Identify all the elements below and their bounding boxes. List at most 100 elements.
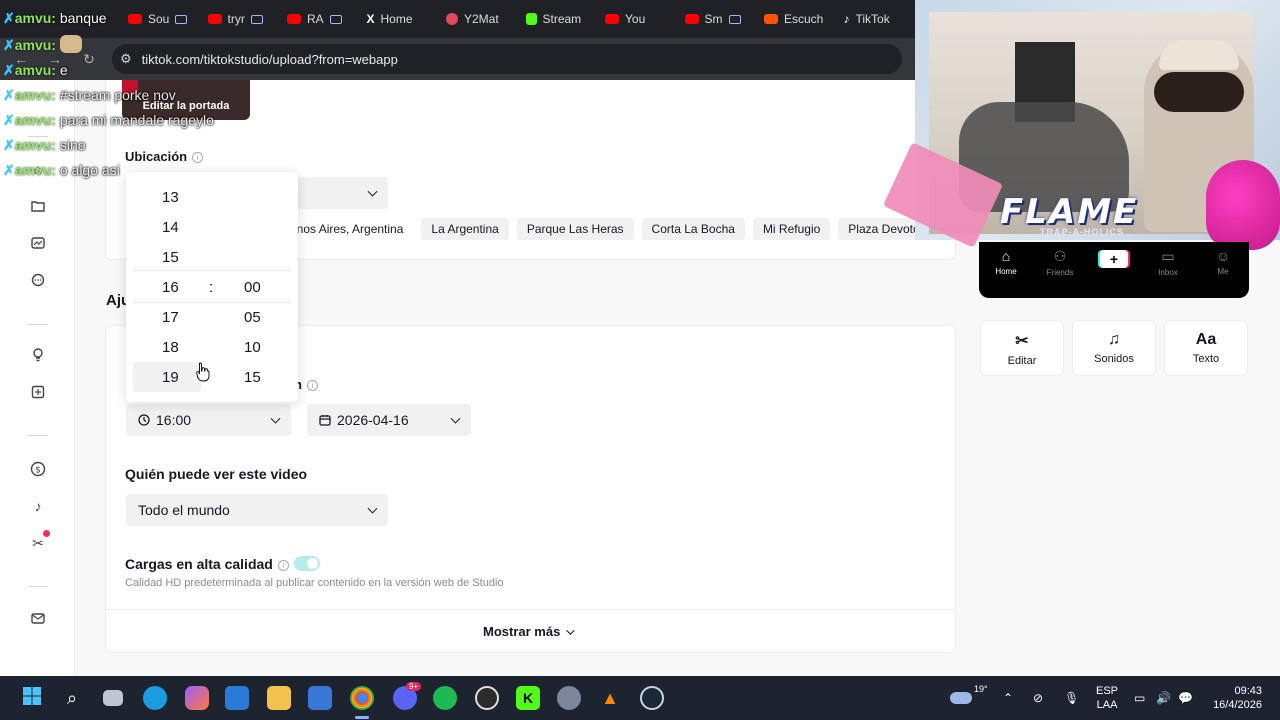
browser-tab[interactable]: ♪ TikTok (836, 0, 916, 38)
location-suggestions: enos Aires, Argentina La Argentina Parqu… (290, 218, 930, 240)
streamer-hat (1159, 40, 1239, 70)
kick-badge-icon: ✗ (3, 37, 15, 53)
browser-tab[interactable]: Sm (677, 0, 757, 38)
browser-tab[interactable]: Y2Mat (438, 0, 518, 38)
chrome-icon[interactable] (350, 686, 374, 710)
kick-badge-icon: ✗ (3, 87, 15, 103)
lightbulb-icon[interactable] (28, 345, 48, 365)
time-option-row[interactable]: 18 10 (126, 332, 298, 362)
active-app-indicator (355, 716, 369, 719)
windows-start-icon[interactable] (20, 686, 44, 710)
language-indicator[interactable]: ESP LAA (1096, 676, 1118, 720)
browser-tab[interactable]: tryr (200, 0, 280, 38)
chevron-down-icon (367, 503, 378, 514)
discord-badge: 9+ (406, 682, 422, 691)
settings-icon[interactable] (557, 686, 581, 710)
copilot-icon[interactable] (185, 686, 209, 710)
browser-tab[interactable]: Escuch (756, 0, 836, 38)
tab-audio-icon (175, 14, 188, 24)
kick-icon (525, 13, 537, 25)
kick-icon[interactable]: K (516, 686, 540, 710)
browser-tab[interactable]: Stream (518, 0, 598, 38)
sounds-icon[interactable]: ♪ (28, 496, 48, 516)
weather-widget[interactable]: 19° (950, 676, 988, 720)
weather-temp: 19° (974, 684, 988, 694)
search-icon[interactable]: ⌕ (60, 686, 84, 710)
browser-tab[interactable]: You (597, 0, 677, 38)
chat-user: amvu: (14, 87, 56, 103)
tray-expand-icon[interactable]: ⌃ (1003, 676, 1013, 720)
browser-tab[interactable]: X Home (359, 0, 439, 38)
steam-icon[interactable] (640, 686, 664, 710)
cloud-icon (950, 692, 972, 704)
monetization-icon[interactable]: $ (28, 459, 48, 479)
hour-option[interactable]: 15 (126, 242, 298, 272)
time-option-row[interactable]: 17 05 (126, 302, 298, 332)
spotify-icon[interactable] (433, 686, 457, 710)
chat-text: para mi mandale rageylo (59, 112, 214, 128)
clock-date: 16/4/2026 (1213, 699, 1262, 711)
task-view-icon[interactable] (103, 690, 123, 706)
kick-badge-icon: ✗ (3, 137, 15, 153)
location-chip[interactable]: La Argentina (421, 218, 509, 240)
home-icon: ⌂ (1001, 248, 1011, 264)
music-note-icon: ♫ (1108, 331, 1120, 348)
hour-option[interactable]: 14 (126, 212, 298, 242)
edge-icon[interactable] (143, 686, 167, 710)
selected-time-row[interactable]: 16 : 00 (126, 272, 298, 302)
microphone-icon[interactable]: 🎙 (1064, 676, 1079, 720)
youtube-icon (207, 14, 222, 24)
tab-audio-icon (329, 14, 342, 24)
hour-option[interactable]: 13 (126, 182, 298, 212)
volume-icon[interactable]: 🔊 (1156, 676, 1171, 720)
tab-audio-icon (728, 14, 741, 24)
location-chip[interactable]: Mi Refugio (752, 218, 831, 240)
location-chip[interactable]: enos Aires, Argentina (290, 218, 413, 240)
file-explorer-icon[interactable] (267, 686, 291, 710)
sounds-tool-button[interactable]: ♫ Sonidos (1072, 320, 1156, 376)
location-chip[interactable]: Corta La Bocha (641, 218, 745, 240)
location-chip[interactable]: Parque Las Heras (516, 218, 634, 240)
chat-user: amvu: (14, 10, 56, 26)
network-off-icon[interactable]: ⊘ (1033, 676, 1043, 720)
preview-nav-me: ☺ Me (1203, 248, 1243, 276)
info-icon: i (192, 152, 204, 163)
chat-text: #stream porke nov (59, 87, 176, 103)
edit-tool-button[interactable]: ✂ Editar (980, 320, 1064, 376)
hour-text: 14 (162, 219, 179, 236)
tab-audio-icon (250, 14, 263, 24)
browser-tab[interactable]: RA (279, 0, 359, 38)
academy-icon[interactable] (28, 382, 48, 402)
hq-toggle[interactable] (294, 556, 320, 571)
mail-icon[interactable] (28, 608, 48, 628)
tool-label: Editar (1007, 355, 1037, 367)
url-field[interactable]: ⚙ tiktok.com/tiktokstudio/upload?from=we… (112, 44, 902, 74)
divider (28, 586, 48, 587)
folder-icon[interactable] (28, 196, 48, 216)
browser-tab[interactable]: Sou (120, 0, 200, 38)
obs-icon[interactable] (475, 686, 499, 710)
vlc-icon[interactable]: ▲ (598, 686, 622, 710)
analytics-icon[interactable] (28, 233, 48, 253)
buddha-sticker (1206, 160, 1280, 250)
kick-badge-icon: ✗ (3, 112, 15, 128)
time-select[interactable]: 16:00 (126, 404, 291, 436)
text-tool-button[interactable]: Aa Texto (1164, 320, 1248, 376)
monitor-icon[interactable]: ▭ (1134, 676, 1145, 720)
comments-icon[interactable] (28, 270, 48, 290)
store-icon[interactable] (308, 686, 332, 710)
minute-text: 15 (244, 369, 261, 386)
chat-text: e (59, 62, 68, 78)
outlook-icon[interactable] (225, 686, 249, 710)
time-option-row[interactable]: 19 15 (126, 362, 298, 392)
privacy-select[interactable]: Todo el mundo (126, 494, 388, 526)
hour-text: 19 (162, 369, 179, 386)
hour-text: 15 (162, 249, 179, 266)
date-select[interactable]: 2026-04-16 (307, 404, 471, 436)
system-clock[interactable]: 09:43 16/4/2026 (1204, 676, 1262, 720)
chat-bubble-icon[interactable]: 💬 (1178, 676, 1193, 720)
hand-cursor-icon (196, 362, 210, 382)
site-settings-icon[interactable]: ⚙ (120, 51, 132, 67)
hq-uploads-label: Cargas en alta calidad i (125, 556, 289, 572)
show-more-button[interactable]: Mostrar más (483, 624, 575, 639)
